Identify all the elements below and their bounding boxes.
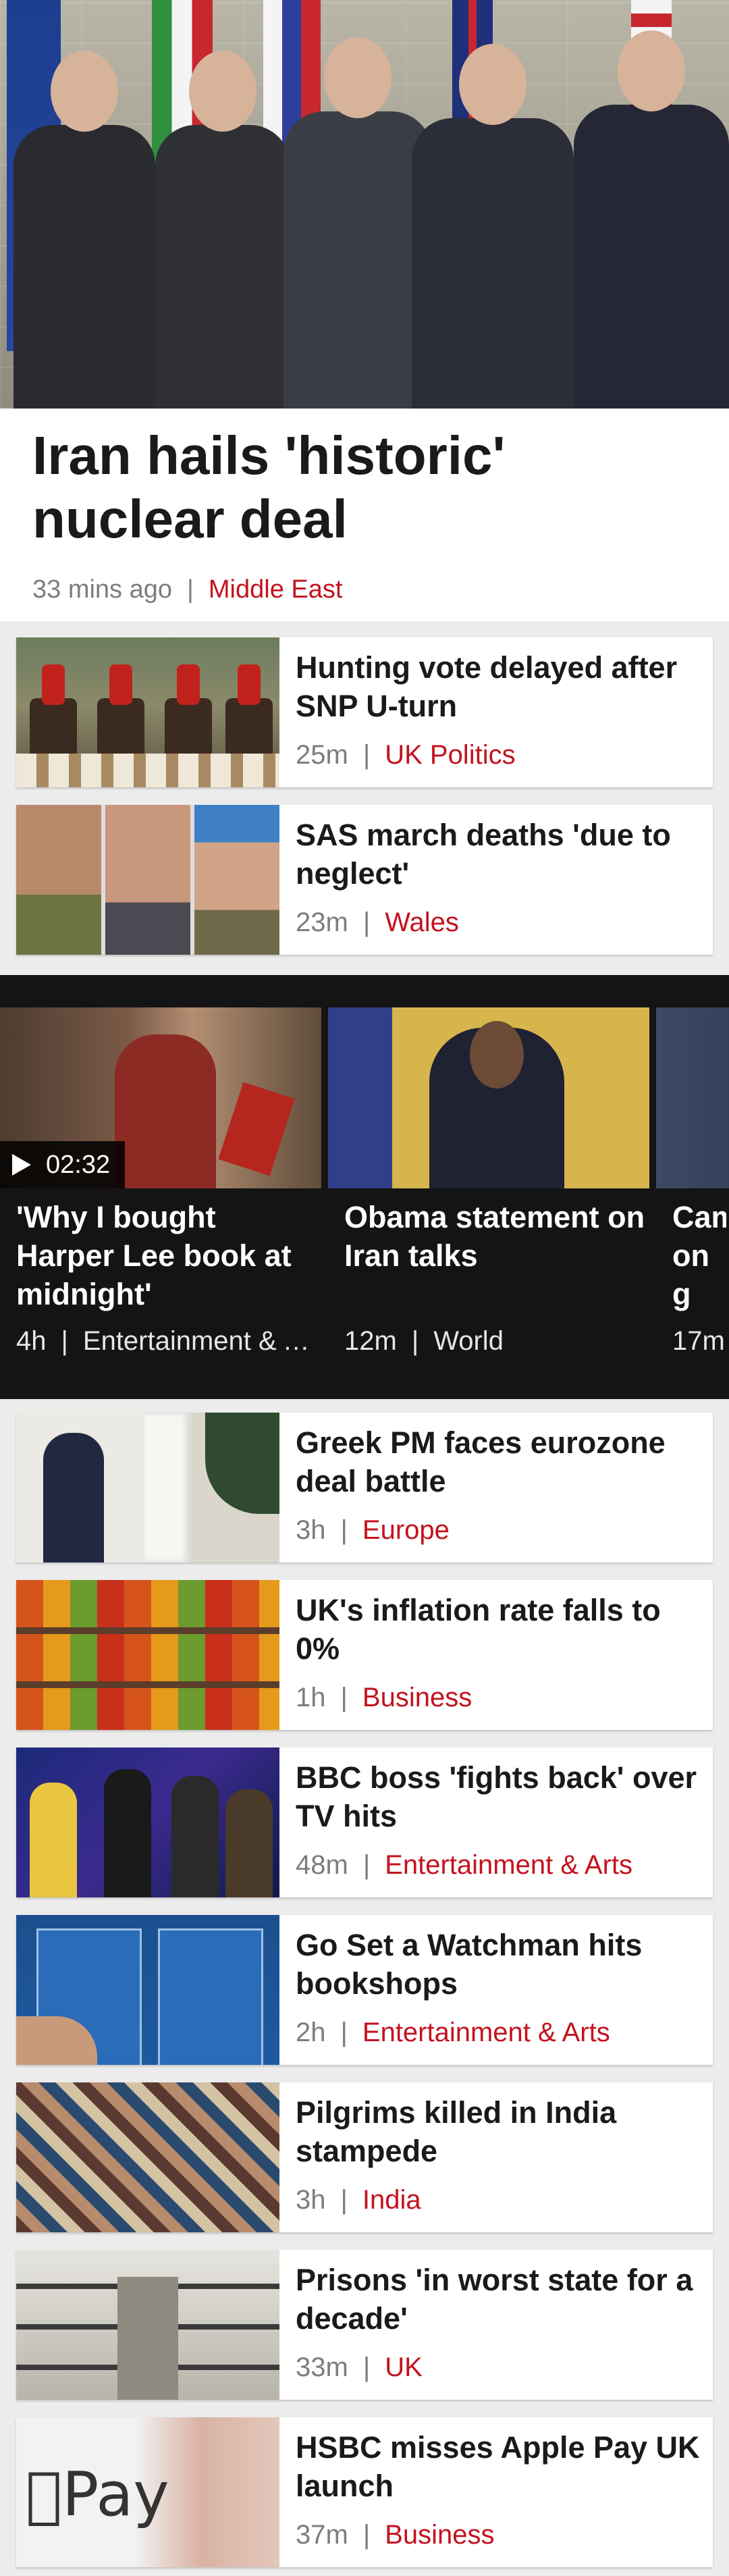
meta-separator: |	[340, 2018, 348, 2047]
meta-separator: |	[362, 740, 371, 770]
story-headline: Prisons 'in worst state for a decade'	[296, 2263, 693, 2336]
story-thumbnail	[16, 2082, 279, 2232]
person-figure	[284, 37, 432, 409]
video-headline: 'Why I bought Harper Lee book at midnigh…	[16, 1200, 292, 1311]
hero-image[interactable]	[0, 0, 729, 409]
video-section: Entertainment & Arts	[82, 1326, 321, 1356]
story-thumbnail: Pay	[16, 2417, 279, 2567]
story-card[interactable]: UK's inflation rate falls to 0% 1h | Busin…	[16, 1580, 713, 1730]
story-section-link[interactable]: India	[362, 2185, 421, 2215]
story-meta: 25m | UK Politics	[296, 739, 516, 771]
story-timestamp: 3h	[296, 1515, 326, 1545]
video-section: World	[433, 1326, 504, 1356]
story-card[interactable]: SAS march deaths 'due to neglect' 23m | Wa…	[16, 805, 713, 955]
story-meta: 3h | Europe	[296, 1514, 450, 1546]
story-timestamp: 33m	[296, 2352, 348, 2382]
story-card[interactable]: Greek PM faces eurozone deal battle 3h | E…	[16, 1413, 713, 1562]
story-section-link[interactable]: Wales	[385, 908, 459, 937]
story-meta: 33m | UK	[296, 2351, 423, 2384]
video-meta: 4h | Entertainment & Arts	[16, 1325, 321, 1357]
hero-meta: 33 mins ago | Middle East	[32, 574, 342, 605]
meta-separator: |	[187, 575, 194, 604]
video-duration-badge: 02:32	[0, 1141, 126, 1188]
story-meta: 23m | Wales	[296, 906, 459, 939]
video-timestamp: 12m	[344, 1326, 397, 1356]
story-timestamp: 23m	[296, 908, 348, 937]
person-figure	[412, 44, 574, 409]
video-card[interactable]: 02:32 'Why I bought Harper Lee book at m…	[0, 1007, 321, 1372]
story-timestamp: 2h	[296, 2018, 326, 2047]
story-meta: 1h | Business	[296, 1681, 472, 1714]
story-headline: Pilgrims killed in India stampede	[296, 2095, 617, 2168]
story-headline: Go Set a Watchman hits bookshops	[296, 1928, 643, 2001]
story-thumbnail	[16, 1747, 279, 1897]
story-thumbnail	[16, 1413, 279, 1562]
person-figure	[155, 51, 290, 409]
story-timestamp: 3h	[296, 2185, 326, 2215]
meta-separator: |	[411, 1326, 419, 1356]
story-section-link[interactable]: UK	[385, 2352, 423, 2382]
hero-headline[interactable]: Iran hails 'historic' nuclear deal	[32, 424, 701, 551]
story-card[interactable]: Hunting vote delayed after SNP U-turn 25…	[16, 637, 713, 787]
video-meta: 17m	[672, 1325, 729, 1357]
story-thumbnail	[16, 2250, 279, 2400]
hero-timestamp: 33 mins ago	[32, 575, 173, 604]
meta-separator: |	[340, 2185, 348, 2215]
story-meta: 2h | Entertainment & Arts	[296, 2016, 610, 2049]
story-headline: Hunting vote delayed after SNP U-turn	[296, 650, 678, 723]
story-headline: BBC boss 'fights back' over TV hits	[296, 1760, 697, 1833]
video-headline: Cameron on g	[672, 1200, 726, 1311]
story-thumbnail	[16, 1580, 279, 1730]
story-timestamp: 37m	[296, 2520, 348, 2550]
story-headline: SAS march deaths 'due to neglect'	[296, 818, 671, 891]
meta-separator: |	[362, 1850, 371, 1880]
story-meta: 3h | India	[296, 2184, 421, 2216]
video-thumbnail	[328, 1007, 649, 1188]
video-duration: 02:32	[46, 1151, 111, 1179]
story-meta: 37m | Business	[296, 2519, 495, 2551]
meta-separator: |	[61, 1326, 68, 1356]
meta-separator: |	[362, 2520, 371, 2550]
story-timestamp: 1h	[296, 1683, 326, 1712]
story-card[interactable]: Pilgrims killed in India stampede 3h | Ind…	[16, 2082, 713, 2232]
story-headline: UK's inflation rate falls to 0%	[296, 1593, 661, 1666]
story-thumbnail	[16, 1915, 279, 2065]
story-headline: Greek PM faces eurozone deal battle	[296, 1425, 666, 1498]
video-timestamp: 4h	[16, 1326, 47, 1356]
play-icon	[12, 1154, 31, 1176]
meta-separator: |	[340, 1515, 348, 1545]
story-timestamp: 48m	[296, 1850, 348, 1880]
person-figure	[574, 30, 729, 409]
story-thumbnail	[16, 637, 279, 787]
story-section-link[interactable]: UK Politics	[385, 740, 515, 770]
video-thumbnail: 02:32	[0, 1007, 321, 1188]
person-figure	[14, 51, 155, 409]
story-meta: 48m | Entertainment & Arts	[296, 1849, 632, 1881]
video-timestamp: 17m	[672, 1326, 725, 1356]
video-meta: 12m | World	[344, 1325, 649, 1357]
video-carousel[interactable]: 02:32 'Why I bought Harper Lee book at m…	[0, 975, 729, 1399]
story-card[interactable]: Go Set a Watchman hits bookshops 2h | Ente…	[16, 1915, 713, 2065]
story-card[interactable]: Prisons 'in worst state for a decade' 33…	[16, 2250, 713, 2400]
story-section-link[interactable]: Entertainment & Arts	[362, 2018, 610, 2047]
video-card[interactable]: Cameron on g 17m	[656, 1007, 729, 1372]
story-headline: HSBC misses Apple Pay UK launch	[296, 2430, 700, 2503]
apple-pay-logo: Pay	[26, 2459, 169, 2530]
meta-separator: |	[362, 908, 371, 937]
meta-separator: |	[362, 2352, 371, 2382]
hero-section-link[interactable]: Middle East	[209, 575, 343, 604]
video-thumbnail	[656, 1007, 729, 1188]
video-headline: Obama statement on Iran talks	[344, 1200, 645, 1273]
story-thumbnail	[16, 805, 279, 955]
story-section-link[interactable]: Business	[385, 2520, 494, 2550]
story-card[interactable]: BBC boss 'fights back' over TV hits 48m |…	[16, 1747, 713, 1897]
hero-story[interactable]: Iran hails 'historic' nuclear deal 33 mi…	[0, 0, 729, 621]
story-timestamp: 25m	[296, 740, 348, 770]
story-card[interactable]: Pay HSBC misses Apple Pay UK launch 37m…	[16, 2417, 713, 2567]
story-section-link[interactable]: Entertainment & Arts	[385, 1850, 632, 1880]
meta-separator: |	[340, 1683, 348, 1712]
video-card[interactable]: Obama statement on Iran talks 12m | World	[328, 1007, 649, 1372]
story-section-link[interactable]: Europe	[362, 1515, 450, 1545]
story-section-link[interactable]: Business	[362, 1683, 472, 1712]
